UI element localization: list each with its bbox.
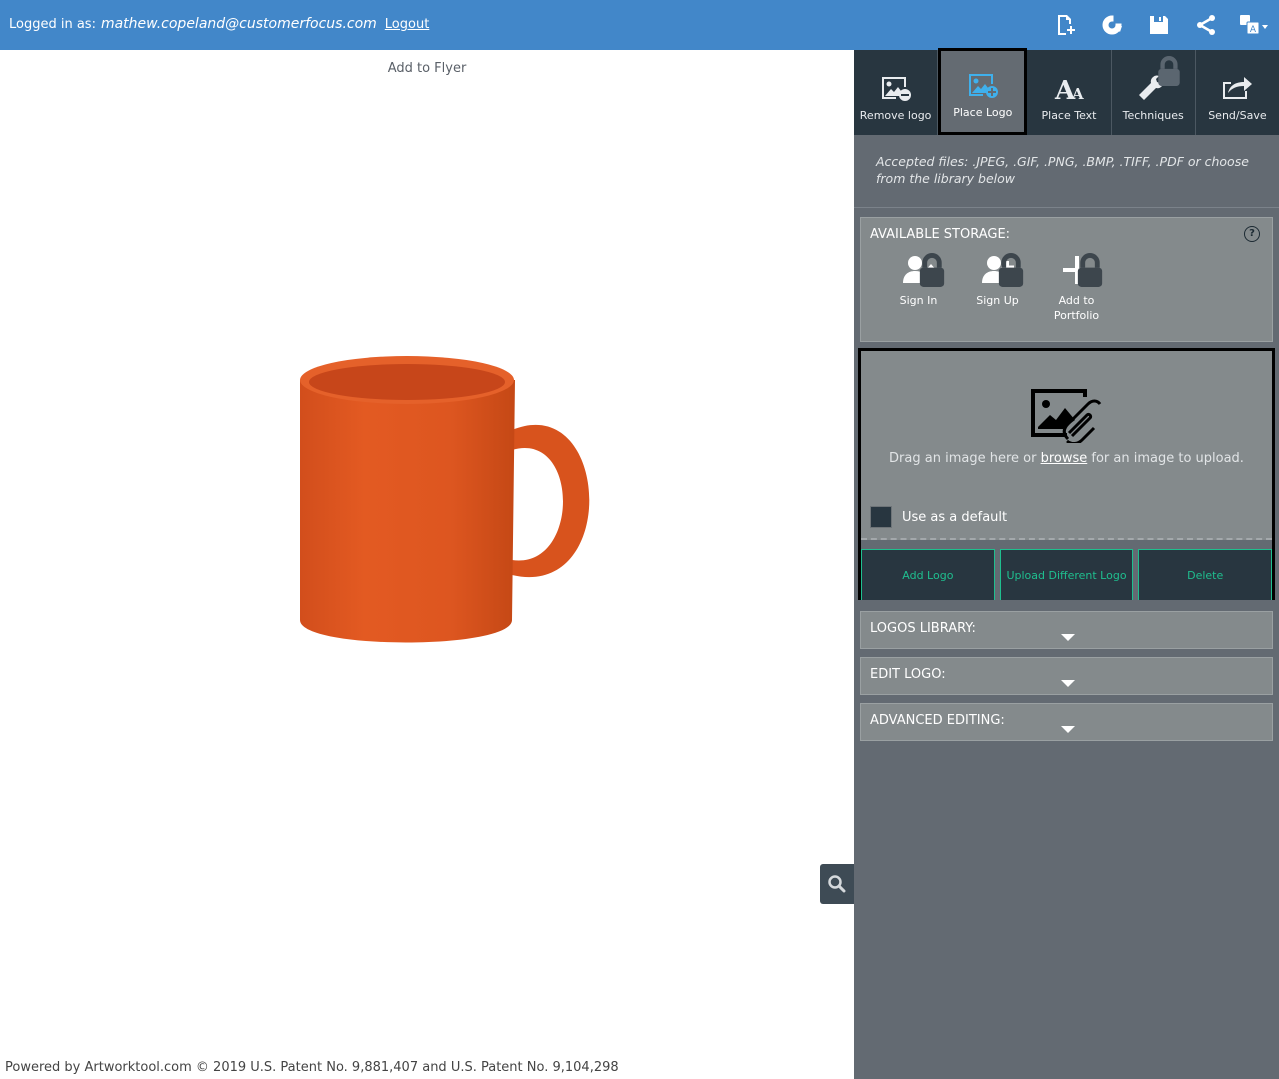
- use-as-default-label: Use as a default: [902, 509, 1008, 525]
- tab-place-text[interactable]: AA Place Text: [1027, 50, 1112, 135]
- add-to-portfolio-button[interactable]: Add to Portfolio: [1037, 245, 1116, 323]
- remove-image-icon: [881, 77, 911, 101]
- zoom-button[interactable]: [820, 864, 854, 904]
- chevron-down-icon: [1061, 726, 1075, 733]
- new-page-icon[interactable]: [1041, 0, 1088, 50]
- tab-send-save[interactable]: Send/Save: [1196, 50, 1279, 135]
- share-icon[interactable]: [1182, 0, 1229, 50]
- save-icon[interactable]: [1135, 0, 1182, 50]
- chevron-down-icon: [1061, 680, 1075, 687]
- magnifier-icon: [828, 875, 846, 893]
- top-bar: Logged in as: mathew.copeland@customerfo…: [0, 0, 1279, 50]
- tab-label: Place Logo: [953, 106, 1013, 119]
- tab-techniques[interactable]: Techniques: [1112, 50, 1196, 135]
- share-out-icon: [1223, 77, 1253, 99]
- add-logo-button[interactable]: Add Logo: [861, 549, 995, 600]
- tab-label: Place Text: [1041, 109, 1097, 122]
- header-actions: A: [1041, 0, 1279, 50]
- tab-place-logo[interactable]: Place Logo: [938, 48, 1028, 135]
- lock-icon: [1077, 253, 1103, 287]
- browse-link[interactable]: browse: [1041, 451, 1088, 466]
- storage-title: AVAILABLE STORAGE:: [870, 227, 1011, 242]
- section-title: EDIT LOGO:: [870, 667, 946, 682]
- lock-icon: [919, 253, 945, 287]
- sign-up-button[interactable]: Sign Up: [958, 245, 1037, 323]
- logos-library-section[interactable]: LOGOS LIBRARY:: [860, 611, 1273, 649]
- product-image-mug[interactable]: [290, 350, 610, 655]
- help-icon[interactable]: ?: [1244, 226, 1260, 242]
- storage-item-label: Add to Portfolio: [1053, 294, 1100, 322]
- tool-tabs: Remove logo Place Logo AA Place Text Tec…: [854, 48, 1279, 135]
- language-icon[interactable]: A: [1229, 0, 1279, 50]
- lock-icon: [998, 253, 1024, 287]
- login-info: Logged in as: mathew.copeland@customerfo…: [9, 16, 429, 32]
- upload-instructions: Drag an image here or browse for an imag…: [861, 451, 1272, 466]
- use-as-default-row: Use as a default: [870, 506, 1007, 528]
- storage-item-label: Sign Up: [976, 294, 1019, 307]
- edit-logo-section[interactable]: EDIT LOGO:: [860, 657, 1273, 695]
- tab-label: Techniques: [1122, 109, 1184, 122]
- available-storage-section: AVAILABLE STORAGE: ? Sign In Sign Up Add…: [860, 217, 1273, 342]
- upload-dropzone[interactable]: Drag an image here or browse for an imag…: [858, 348, 1275, 600]
- upload-text-after: for an image to upload.: [1087, 451, 1244, 466]
- lock-icon: [1158, 56, 1180, 86]
- accepted-files-note: Accepted files: .JPEG, .GIF, .PNG, .BMP,…: [854, 135, 1279, 208]
- storage-item-label: Sign In: [899, 294, 938, 307]
- section-title: ADVANCED EDITING:: [870, 713, 1005, 728]
- chevron-down-icon: [1061, 634, 1075, 641]
- upload-actions: Add Logo Upload Different Logo Delete: [861, 540, 1273, 600]
- advanced-editing-section[interactable]: ADVANCED EDITING:: [860, 703, 1273, 741]
- use-as-default-checkbox[interactable]: [870, 506, 892, 528]
- upload-text-before: Drag an image here or: [889, 451, 1041, 466]
- tab-label: Send/Save: [1208, 109, 1267, 122]
- svg-text:A: A: [1250, 25, 1257, 35]
- upload-different-logo-button[interactable]: Upload Different Logo: [999, 549, 1134, 600]
- delete-button[interactable]: Delete: [1138, 549, 1273, 600]
- add-image-icon: [968, 74, 998, 98]
- section-title: LOGOS LIBRARY:: [870, 621, 976, 636]
- tab-label: Remove logo: [859, 109, 932, 122]
- user-email: mathew.copeland@customerfocus.com: [100, 16, 377, 32]
- canvas-title: Add to Flyer: [387, 61, 467, 76]
- design-canvas[interactable]: Add to Flyer Powered by Artworktool.com …: [0, 50, 854, 1079]
- footer-copyright: Powered by Artworktool.com © 2019 U.S. P…: [5, 1060, 619, 1075]
- logged-in-label: Logged in as:: [9, 17, 96, 32]
- svg-text:A: A: [1071, 85, 1084, 103]
- image-attachment-icon: [1031, 389, 1102, 443]
- tab-remove-logo[interactable]: Remove logo: [854, 50, 939, 135]
- sign-in-button[interactable]: Sign In: [879, 245, 958, 323]
- text-icon: AA: [1054, 76, 1084, 103]
- logout-link[interactable]: Logout: [385, 17, 430, 32]
- side-panel: Remove logo Place Logo AA Place Text Tec…: [854, 48, 1279, 1079]
- refresh-icon[interactable]: [1088, 0, 1135, 50]
